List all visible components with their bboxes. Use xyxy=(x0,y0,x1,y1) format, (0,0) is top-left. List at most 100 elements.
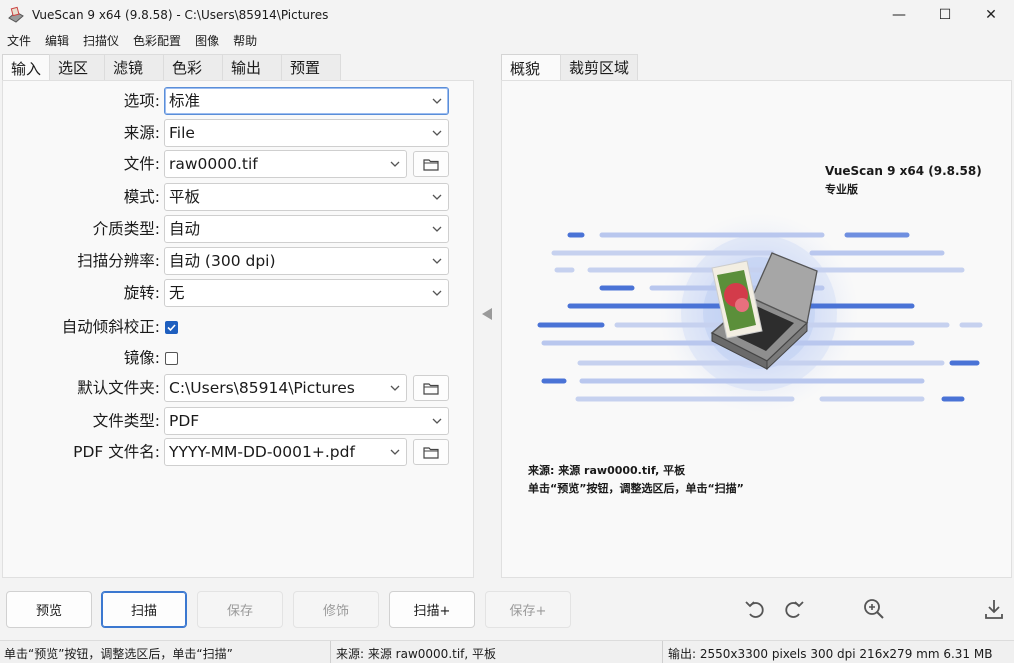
chevron-down-icon xyxy=(432,290,442,296)
default-folder-browse-button[interactable] xyxy=(413,375,449,401)
save-button[interactable]: 保存 xyxy=(197,591,283,628)
status-hint: 单击“预览”按钮，调整选区后，单击“扫描” xyxy=(4,647,233,661)
default-folder-label: 默认文件夹: xyxy=(77,379,160,397)
row-resolution: 扫描分辨率: 自动 (300 dpi) xyxy=(3,247,475,275)
folder-icon xyxy=(423,382,439,395)
pdf-name-label: PDF 文件名: xyxy=(73,443,160,461)
mode-dropdown[interactable]: 平板 xyxy=(164,183,449,211)
menu-bar: 文件 编辑 扫描仪 色彩配置 图像 帮助 xyxy=(0,30,1014,50)
file-type-dropdown[interactable]: PDF xyxy=(164,407,449,435)
retouch-button[interactable]: 修饰 xyxy=(293,591,379,628)
options-label: 选项: xyxy=(123,92,160,110)
chevron-down-icon xyxy=(432,258,442,264)
folder-icon xyxy=(423,158,439,171)
rotation-dropdown[interactable]: 无 xyxy=(164,279,449,307)
preview-panel: VueScan 9 x64 (9.8.58) 专业版 来源: 来源 raw000… xyxy=(501,80,1012,578)
menu-edit[interactable]: 编辑 xyxy=(45,32,69,49)
download-icon[interactable] xyxy=(982,597,1006,621)
mirror-checkbox[interactable] xyxy=(165,352,178,365)
pdf-name-dropdown[interactable]: YYYY-MM-DD-0001+.pdf xyxy=(164,438,407,466)
row-options: 选项: 标准 xyxy=(3,87,475,115)
file-type-value: PDF xyxy=(169,412,200,430)
preview-button[interactable]: 预览 xyxy=(6,591,92,628)
file-value: raw0000.tif xyxy=(169,155,258,173)
close-icon: ✕ xyxy=(985,7,997,23)
pdf-name-value: YYYY-MM-DD-0001+.pdf xyxy=(169,443,355,461)
chevron-down-icon xyxy=(432,418,442,424)
tab-input[interactable]: 输入 xyxy=(2,54,51,81)
chevron-down-icon xyxy=(432,226,442,232)
title-bar: VueScan 9 x64 (9.8.58) - C:\Users\85914\… xyxy=(0,0,1014,30)
status-source: 来源: 来源 raw0000.tif, 平板 xyxy=(336,647,497,661)
pdf-name-browse-button[interactable] xyxy=(413,439,449,465)
deskew-label: 自动倾斜校正: xyxy=(61,318,160,336)
menu-scanner[interactable]: 扫描仪 xyxy=(83,32,119,49)
status-divider xyxy=(330,641,331,663)
collapse-left-icon[interactable] xyxy=(480,307,494,321)
tab-filter[interactable]: 滤镜 xyxy=(104,54,165,80)
left-tab-bar: 输入 选区 滤镜 色彩 输出 预置 xyxy=(2,54,342,81)
source-dropdown[interactable]: File xyxy=(164,119,449,147)
menu-file[interactable]: 文件 xyxy=(7,32,31,49)
options-dropdown[interactable]: 标准 xyxy=(164,87,449,115)
minimize-button[interactable]: — xyxy=(876,0,922,30)
file-dropdown[interactable]: raw0000.tif xyxy=(164,150,407,178)
tab-crop[interactable]: 选区 xyxy=(49,54,106,80)
right-tab-bar: 概貌 裁剪区域 xyxy=(501,54,638,81)
rotate-left-icon[interactable] xyxy=(743,597,767,621)
minimize-icon: — xyxy=(892,7,906,23)
folder-icon xyxy=(423,446,439,459)
resolution-dropdown[interactable]: 自动 (300 dpi) xyxy=(164,247,449,275)
scanner-graphic xyxy=(537,213,983,413)
tab-prefs[interactable]: 预置 xyxy=(281,54,342,80)
row-file-type: 文件类型: PDF xyxy=(3,407,475,435)
media-label: 介质类型: xyxy=(92,220,160,238)
chevron-down-icon xyxy=(432,98,442,104)
resolution-label: 扫描分辨率: xyxy=(77,252,160,270)
default-folder-dropdown[interactable]: C:\Users\85914\Pictures xyxy=(164,374,407,402)
chevron-down-icon xyxy=(432,130,442,136)
maximize-icon: ☐ xyxy=(938,7,952,23)
media-value: 自动 xyxy=(169,220,201,238)
row-pdf-name: PDF 文件名: YYYY-MM-DD-0001+.pdf xyxy=(3,438,475,466)
close-button[interactable]: ✕ xyxy=(968,0,1014,30)
deskew-checkbox[interactable] xyxy=(165,321,178,334)
scan-plus-button[interactable]: 扫描+ xyxy=(389,591,475,628)
rotation-label: 旋转: xyxy=(123,284,160,302)
save-plus-button[interactable]: 保存+ xyxy=(485,591,571,628)
window-controls: — ☐ ✕ xyxy=(876,0,1014,30)
scan-button[interactable]: 扫描 xyxy=(101,591,187,628)
row-file: 文件: raw0000.tif xyxy=(3,150,475,178)
zoom-in-icon[interactable] xyxy=(862,597,886,621)
chevron-down-icon xyxy=(390,449,400,455)
source-value: File xyxy=(169,124,195,142)
tab-output[interactable]: 输出 xyxy=(222,54,283,80)
rotate-right-icon[interactable] xyxy=(782,597,806,621)
default-folder-value: C:\Users\85914\Pictures xyxy=(169,379,355,397)
menu-image[interactable]: 图像 xyxy=(195,32,219,49)
row-media: 介质类型: 自动 xyxy=(3,215,475,243)
row-default-folder: 默认文件夹: C:\Users\85914\Pictures xyxy=(3,374,475,402)
source-label: 来源: xyxy=(123,124,160,142)
product-title: VueScan 9 x64 (9.8.58) xyxy=(825,164,982,178)
vuescan-app-icon xyxy=(8,6,24,23)
file-label: 文件: xyxy=(123,155,160,173)
file-type-label: 文件类型: xyxy=(92,412,160,430)
mode-value: 平板 xyxy=(169,188,201,206)
media-dropdown[interactable]: 自动 xyxy=(164,215,449,243)
tab-crop-area[interactable]: 裁剪区域 xyxy=(560,54,638,80)
menu-color-profile[interactable]: 色彩配置 xyxy=(133,32,181,49)
status-bar: 单击“预览”按钮，调整选区后，单击“扫描” 来源: 来源 raw0000.tif… xyxy=(0,640,1014,663)
tab-color[interactable]: 色彩 xyxy=(163,54,224,80)
input-settings-panel: 选项: 标准 来源: File 文件: raw0000.tif 模式: 平板 介… xyxy=(2,80,474,578)
row-source: 来源: File xyxy=(3,119,475,147)
file-browse-button[interactable] xyxy=(413,151,449,177)
options-value: 标准 xyxy=(169,92,201,110)
tab-overview[interactable]: 概貌 xyxy=(501,54,561,81)
maximize-button[interactable]: ☐ xyxy=(922,0,968,30)
menu-help[interactable]: 帮助 xyxy=(233,32,257,49)
row-deskew: 自动倾斜校正: xyxy=(3,313,475,341)
chevron-down-icon xyxy=(390,161,400,167)
row-mode: 模式: 平板 xyxy=(3,183,475,211)
window-title: VueScan 9 x64 (9.8.58) - C:\Users\85914\… xyxy=(32,8,329,22)
